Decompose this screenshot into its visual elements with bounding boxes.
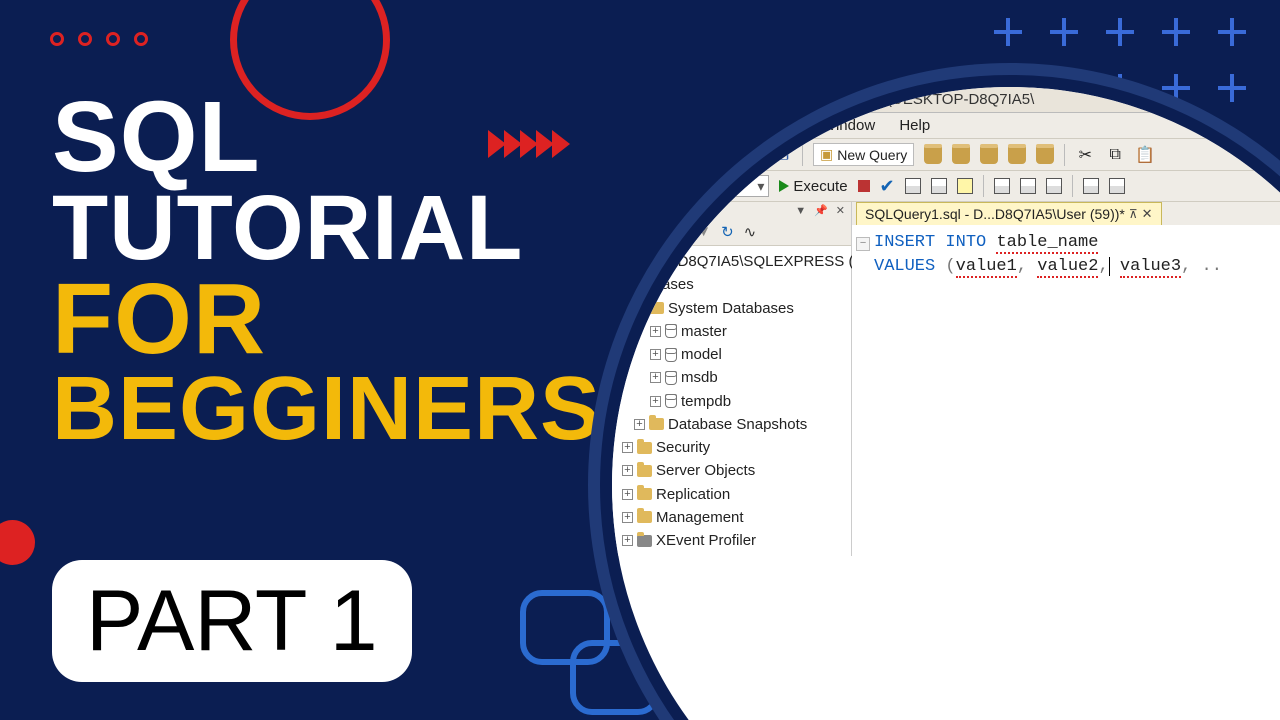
grid-icon[interactable] <box>1046 178 1062 194</box>
menu-tools[interactable]: Tools <box>763 117 798 134</box>
menu-window[interactable]: Window <box>822 117 875 134</box>
grid-icon[interactable] <box>1083 178 1099 194</box>
tab-sqlquery1[interactable]: SQLQuery1.sql - D...D8Q7IA5\User (59))* … <box>856 202 1162 225</box>
ident-table: table_name <box>996 233 1098 254</box>
headline-line-1: SQL <box>52 90 601 185</box>
filter-icon[interactable]: ▼ <box>696 223 711 241</box>
pin-icon[interactable]: 📌 <box>814 204 828 217</box>
open-icon[interactable]: 📂 <box>712 145 732 165</box>
db-icon[interactable] <box>924 146 942 164</box>
tab-row: SQLQuery1.sql - D...D8Q7IA5\User (59))* … <box>852 202 1280 225</box>
grid-icon[interactable] <box>931 178 947 194</box>
pin-icon[interactable]: ⊼ <box>1129 207 1138 221</box>
tree-xevent[interactable]: +XEvent Profiler <box>622 529 845 552</box>
tree-security[interactable]: +Security <box>622 436 845 459</box>
tree-replication[interactable]: +Replication <box>622 483 845 506</box>
window-title: SQLEXPRESS.master (DESKTOP-D8Q7IA5\ <box>732 91 1034 108</box>
copy-icon[interactable]: ⧉ <box>1105 145 1125 165</box>
grid-icon[interactable] <box>1109 178 1125 194</box>
headline: SQL TUTORIAL FOR BEGGINERS <box>52 90 601 453</box>
disconnect-icon[interactable]: ✖ <box>655 223 668 241</box>
toolbar-query: ster Execute ✔ <box>612 171 1280 202</box>
database-selector[interactable]: ster <box>712 175 769 197</box>
kw-insert: INSERT <box>874 233 935 252</box>
tree-server-objects[interactable]: +Server Objects <box>622 459 845 482</box>
tree-db-master[interactable]: +master <box>622 320 845 343</box>
headline-line-3: FOR <box>52 272 601 367</box>
editor-pane: SQLQuery1.sql - D...D8Q7IA5\User (59))* … <box>852 202 1280 556</box>
code-rest: , .. <box>1181 257 1222 276</box>
grid-icon[interactable] <box>1020 178 1036 194</box>
tree-db-model[interactable]: +model <box>622 343 845 366</box>
red-dot <box>0 520 35 565</box>
close-icon[interactable]: ✕ <box>1142 206 1153 222</box>
ssms-window: SQLEXPRESS.master (DESKTOP-D8Q7IA5\ Proj… <box>600 75 1280 720</box>
refresh-icon[interactable]: ↻ <box>721 223 734 241</box>
dropdown-icon[interactable]: ▼ <box>795 205 806 217</box>
grid-icon[interactable] <box>994 178 1010 194</box>
tree-system-databases[interactable]: −System Databases <box>622 297 845 320</box>
new-query-button[interactable]: ▣New Query <box>813 143 914 166</box>
db-icon[interactable] <box>1036 146 1054 164</box>
play-icon <box>779 180 789 192</box>
kw-values: VALUES <box>874 257 935 276</box>
ident-v1: value1 <box>956 257 1017 278</box>
menu-help[interactable]: Help <box>899 117 930 134</box>
menu-project[interactable]: Project <box>692 117 739 134</box>
new-query-label: New Query <box>837 147 907 163</box>
db-icon[interactable] <box>980 146 998 164</box>
toolbar-main: ◀ 📂 💾 ❐ ▣New Query ✂ ⧉ 📋 <box>612 139 1280 171</box>
stop-icon[interactable]: ■ <box>677 223 686 241</box>
oe-toolbar: ⚮ ✖ ■ ▼ ↻ ∿ <box>612 219 851 246</box>
parse-icon[interactable]: ✔ <box>880 176 895 197</box>
grid-icon-active[interactable] <box>957 178 973 194</box>
close-icon[interactable]: ✕ <box>836 204 845 217</box>
tree-databases[interactable]: Databases <box>622 273 845 296</box>
oe-titlebar: ▼ 📌 ✕ <box>612 202 851 219</box>
db-icon[interactable] <box>1008 146 1026 164</box>
headline-line-2: TUTORIAL <box>52 185 601 272</box>
tree-snapshots[interactable]: +Database Snapshots <box>622 413 845 436</box>
connect-icon[interactable]: ⚮ <box>632 223 645 241</box>
ident-v3: value3 <box>1120 257 1181 278</box>
object-explorer: ▼ 📌 ✕ ⚮ ✖ ■ ▼ ↻ ∿ SKTOP-D8Q7IA5\SQLEXPRE… <box>612 202 852 556</box>
execute-button[interactable]: Execute <box>779 178 847 195</box>
kw-into: INTO <box>945 233 986 252</box>
back-icon[interactable]: ◀ <box>682 145 702 165</box>
tree-db-tempdb[interactable]: +tempdb <box>622 390 845 413</box>
ident-v2: value2 <box>1037 257 1098 278</box>
stop-icon[interactable] <box>858 180 870 192</box>
title-bar: SQLEXPRESS.master (DESKTOP-D8Q7IA5\ <box>612 87 1280 113</box>
tree-server[interactable]: SKTOP-D8Q7IA5\SQLEXPRESS (SQL Se <box>622 250 845 273</box>
grid-icon[interactable] <box>905 178 921 194</box>
oe-tree[interactable]: SKTOP-D8Q7IA5\SQLEXPRESS (SQL Se Databas… <box>612 246 851 556</box>
headline-line-4: BEGGINERS <box>52 367 601 453</box>
deco-circles <box>50 32 148 46</box>
save-icon[interactable]: 💾 <box>742 145 762 165</box>
menu-bar[interactable]: Project Tools Window Help <box>612 113 1280 139</box>
db-icon[interactable] <box>952 146 970 164</box>
save-all-icon[interactable]: ❐ <box>772 145 792 165</box>
execute-label: Execute <box>793 178 847 195</box>
tree-db-msdb[interactable]: +msdb <box>622 366 845 389</box>
code-editor[interactable]: −INSERT INTO table_name VALUES (value1, … <box>852 225 1280 319</box>
part-badge: PART 1 <box>52 560 412 682</box>
cut-icon[interactable]: ✂ <box>1075 145 1095 165</box>
tab-label: SQLQuery1.sql - D...D8Q7IA5\User (59))* <box>865 206 1125 222</box>
paste-icon[interactable]: 📋 <box>1135 145 1155 165</box>
activity-icon[interactable]: ∿ <box>744 223 757 241</box>
tree-management[interactable]: +Management <box>622 506 845 529</box>
